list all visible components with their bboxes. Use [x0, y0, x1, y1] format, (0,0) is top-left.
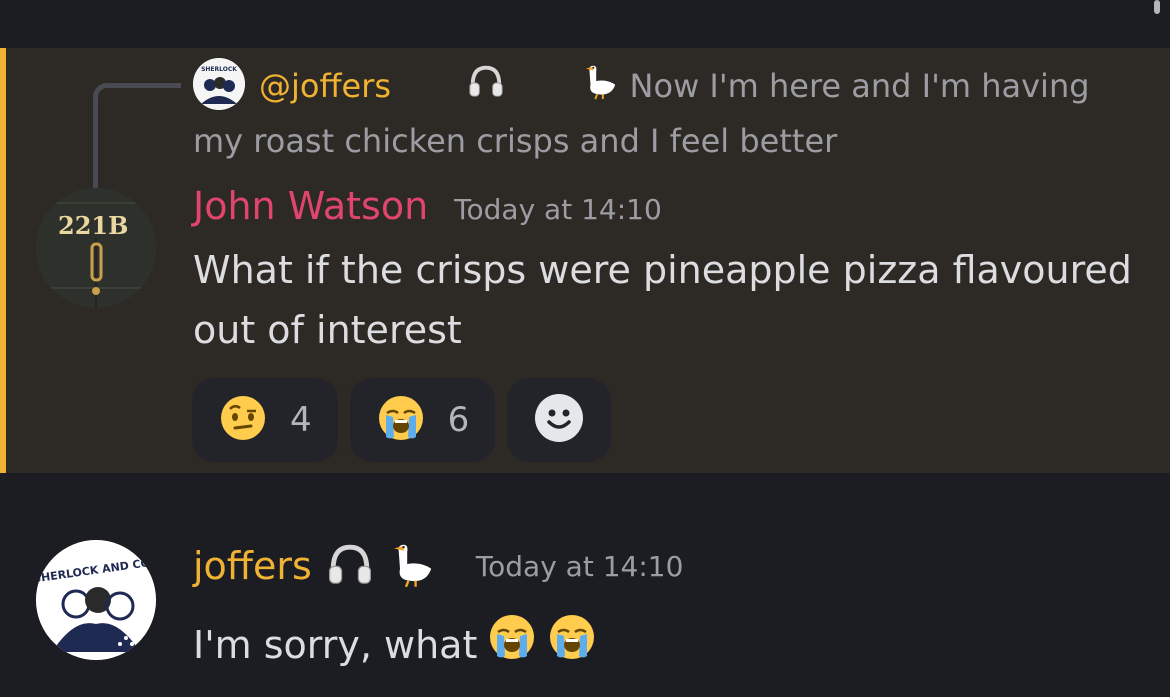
loudly-crying-face-icon [376, 393, 426, 447]
reaction-bar: 4 6 [192, 378, 612, 462]
loudly-crying-face-icon [547, 612, 597, 677]
avatar-door-number: 221B [58, 211, 128, 240]
add-reaction-button[interactable] [507, 378, 612, 462]
message-timestamp[interactable]: Today at 14:10 [454, 193, 662, 226]
message-header: John Watson Today at 14:10 [193, 184, 662, 234]
author-name[interactable]: John Watson [193, 184, 428, 228]
message-header: joffers Today at 14:10 [193, 536, 683, 596]
mention-highlight-bar [0, 48, 6, 473]
reply-preview[interactable]: @joffers Now I'm here and I'm having my … [193, 60, 1093, 167]
goose-icon [515, 62, 619, 115]
message-highlighted[interactable]: SHERLOCK @joffers Now I'm here and I'm h… [0, 48, 1170, 473]
author-name[interactable]: joffers [193, 544, 312, 588]
smiley-icon [534, 393, 584, 447]
message-text: I'm sorry, what [193, 622, 478, 667]
face-with-raised-eyebrow-icon [218, 393, 268, 447]
scrollbar-thumb[interactable] [1154, 0, 1160, 14]
loudly-crying-face-icon [487, 612, 537, 677]
reaction-raised-eyebrow[interactable]: 4 [192, 378, 338, 462]
message-timestamp[interactable]: Today at 14:10 [476, 550, 684, 583]
message-content: I'm sorry, what [193, 612, 597, 677]
message-text: What if the crisps were pineapple pizza … [193, 248, 1132, 352]
reaction-count: 6 [447, 400, 470, 440]
chat-view: SHERLOCK @joffers Now I'm here and I'm h… [0, 0, 1170, 697]
reaction-count: 4 [290, 400, 312, 440]
headphones-icon [326, 540, 374, 592]
avatar[interactable]: 221B [36, 188, 156, 308]
goose-icon [388, 540, 436, 592]
headphones-icon [401, 62, 505, 115]
reaction-crying[interactable]: 6 [349, 378, 496, 462]
reply-username[interactable]: @joffers [259, 67, 391, 105]
avatar[interactable]: SHERLOCK AND CO. [36, 540, 156, 660]
